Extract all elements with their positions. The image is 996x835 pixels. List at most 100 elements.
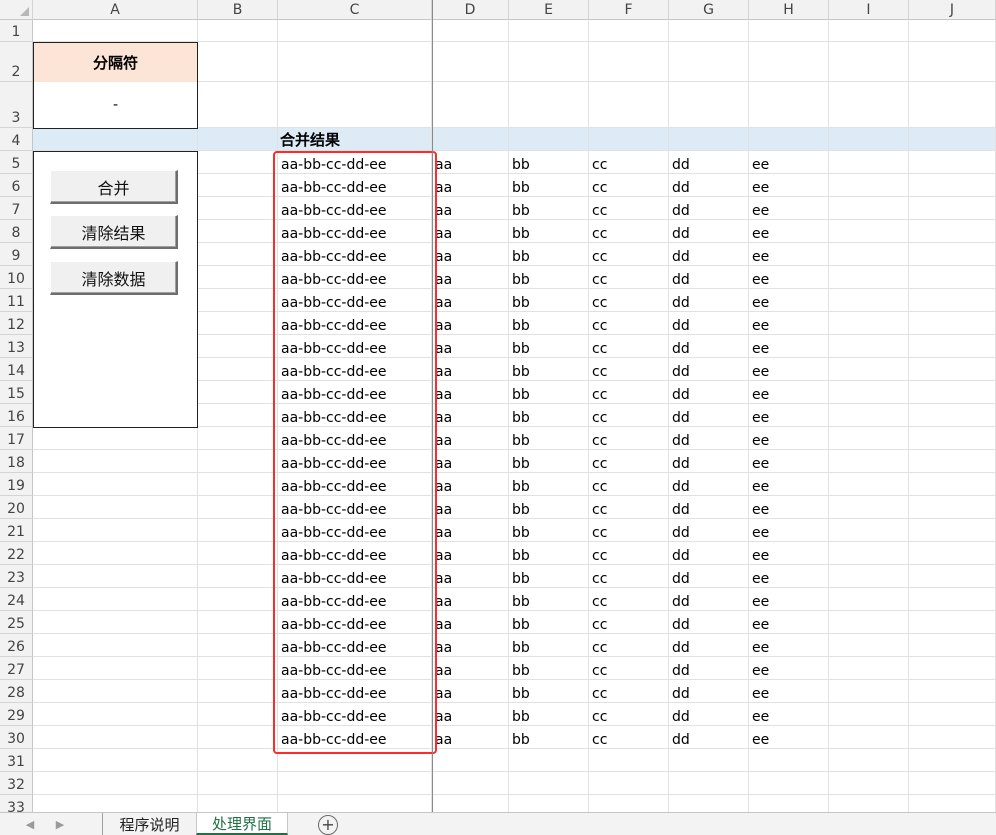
source-value-cell[interactable]: dd — [669, 358, 749, 381]
source-value-cell[interactable]: dd — [669, 450, 749, 473]
tab-sheet-processing[interactable]: 处理界面 — [196, 813, 288, 835]
source-value-cell[interactable]: ee — [749, 404, 829, 427]
source-value-cell[interactable]: bb — [509, 657, 589, 680]
row-header-17[interactable]: 17 — [0, 427, 33, 450]
merged-result-cell[interactable]: aa-bb-cc-dd-ee — [278, 312, 432, 335]
merged-result-cell[interactable]: aa-bb-cc-dd-ee — [278, 381, 432, 404]
source-value-cell[interactable]: aa — [432, 473, 509, 496]
row-header-33[interactable]: 33 — [0, 795, 33, 812]
source-value-cell[interactable]: cc — [589, 404, 669, 427]
source-value-cell[interactable]: dd — [669, 542, 749, 565]
source-value-cell[interactable]: aa — [432, 381, 509, 404]
source-value-cell[interactable]: bb — [509, 197, 589, 220]
merged-result-cell[interactable]: aa-bb-cc-dd-ee — [278, 289, 432, 312]
source-value-cell[interactable]: cc — [589, 496, 669, 519]
source-value-cell[interactable]: aa — [432, 611, 509, 634]
source-value-cell[interactable]: bb — [509, 496, 589, 519]
source-value-cell[interactable]: dd — [669, 565, 749, 588]
source-value-cell[interactable]: cc — [589, 680, 669, 703]
source-value-cell[interactable]: bb — [509, 151, 589, 174]
source-value-cell[interactable]: bb — [509, 427, 589, 450]
source-value-cell[interactable]: ee — [749, 473, 829, 496]
source-value-cell[interactable]: aa — [432, 266, 509, 289]
source-value-cell[interactable]: bb — [509, 703, 589, 726]
row-header-12[interactable]: 12 — [0, 312, 33, 335]
triangle-right-icon[interactable]: ▶ — [48, 813, 72, 835]
source-value-cell[interactable]: dd — [669, 404, 749, 427]
row-header-3[interactable]: 3 — [0, 82, 33, 128]
source-value-cell[interactable]: ee — [749, 542, 829, 565]
merged-result-cell[interactable]: aa-bb-cc-dd-ee — [278, 496, 432, 519]
source-value-cell[interactable]: bb — [509, 335, 589, 358]
row-header-29[interactable]: 29 — [0, 703, 33, 726]
source-value-cell[interactable]: ee — [749, 726, 829, 749]
row-header-28[interactable]: 28 — [0, 680, 33, 703]
source-value-cell[interactable]: cc — [589, 427, 669, 450]
row-header-13[interactable]: 13 — [0, 335, 33, 358]
source-value-cell[interactable]: ee — [749, 266, 829, 289]
source-value-cell[interactable]: ee — [749, 427, 829, 450]
source-value-cell[interactable]: cc — [589, 473, 669, 496]
source-value-cell[interactable]: dd — [669, 427, 749, 450]
source-value-cell[interactable]: aa — [432, 657, 509, 680]
row-header-9[interactable]: 9 — [0, 243, 33, 266]
source-value-cell[interactable]: cc — [589, 542, 669, 565]
row-header-15[interactable]: 15 — [0, 381, 33, 404]
source-value-cell[interactable]: bb — [509, 220, 589, 243]
source-value-cell[interactable]: bb — [509, 404, 589, 427]
clear-result-button[interactable]: 清除结果 — [50, 215, 178, 249]
source-value-cell[interactable]: aa — [432, 289, 509, 312]
row-header-2[interactable]: 2 — [0, 42, 33, 82]
source-value-cell[interactable]: dd — [669, 634, 749, 657]
source-value-cell[interactable]: bb — [509, 542, 589, 565]
source-value-cell[interactable]: aa — [432, 565, 509, 588]
source-value-cell[interactable]: dd — [669, 657, 749, 680]
source-value-cell[interactable]: bb — [509, 611, 589, 634]
source-value-cell[interactable]: bb — [509, 634, 589, 657]
source-value-cell[interactable]: aa — [432, 220, 509, 243]
source-value-cell[interactable]: cc — [589, 657, 669, 680]
source-value-cell[interactable]: aa — [432, 312, 509, 335]
source-value-cell[interactable]: aa — [432, 197, 509, 220]
source-value-cell[interactable]: cc — [589, 611, 669, 634]
source-value-cell[interactable]: cc — [589, 588, 669, 611]
source-value-cell[interactable]: ee — [749, 611, 829, 634]
source-value-cell[interactable]: bb — [509, 588, 589, 611]
separator-label-cell[interactable]: 分隔符 — [33, 42, 198, 83]
source-value-cell[interactable]: aa — [432, 496, 509, 519]
source-value-cell[interactable]: aa — [432, 726, 509, 749]
source-value-cell[interactable]: cc — [589, 358, 669, 381]
source-value-cell[interactable]: cc — [589, 174, 669, 197]
row-header-10[interactable]: 10 — [0, 266, 33, 289]
source-value-cell[interactable]: dd — [669, 381, 749, 404]
source-value-cell[interactable]: ee — [749, 220, 829, 243]
source-value-cell[interactable]: bb — [509, 358, 589, 381]
row-header-30[interactable]: 30 — [0, 726, 33, 749]
source-value-cell[interactable]: aa — [432, 542, 509, 565]
merged-result-cell[interactable]: aa-bb-cc-dd-ee — [278, 473, 432, 496]
separator-value-cell[interactable]: - — [33, 82, 198, 129]
source-value-cell[interactable]: bb — [509, 519, 589, 542]
merged-result-cell[interactable]: aa-bb-cc-dd-ee — [278, 588, 432, 611]
source-value-cell[interactable]: dd — [669, 726, 749, 749]
column-header-d[interactable]: D — [432, 0, 509, 20]
source-value-cell[interactable]: dd — [669, 473, 749, 496]
source-value-cell[interactable]: cc — [589, 634, 669, 657]
source-value-cell[interactable]: ee — [749, 703, 829, 726]
source-value-cell[interactable]: ee — [749, 197, 829, 220]
source-value-cell[interactable]: dd — [669, 220, 749, 243]
merged-result-cell[interactable]: aa-bb-cc-dd-ee — [278, 243, 432, 266]
row-header-14[interactable]: 14 — [0, 358, 33, 381]
column-header-a[interactable]: A — [33, 0, 198, 20]
source-value-cell[interactable]: ee — [749, 381, 829, 404]
row-header-19[interactable]: 19 — [0, 473, 33, 496]
source-value-cell[interactable]: aa — [432, 427, 509, 450]
select-all-corner[interactable] — [0, 0, 33, 20]
merged-result-cell[interactable]: aa-bb-cc-dd-ee — [278, 335, 432, 358]
source-value-cell[interactable]: ee — [749, 565, 829, 588]
merged-result-cell[interactable]: aa-bb-cc-dd-ee — [278, 542, 432, 565]
source-value-cell[interactable]: ee — [749, 519, 829, 542]
row-header-20[interactable]: 20 — [0, 496, 33, 519]
row-header-22[interactable]: 22 — [0, 542, 33, 565]
source-value-cell[interactable]: cc — [589, 312, 669, 335]
